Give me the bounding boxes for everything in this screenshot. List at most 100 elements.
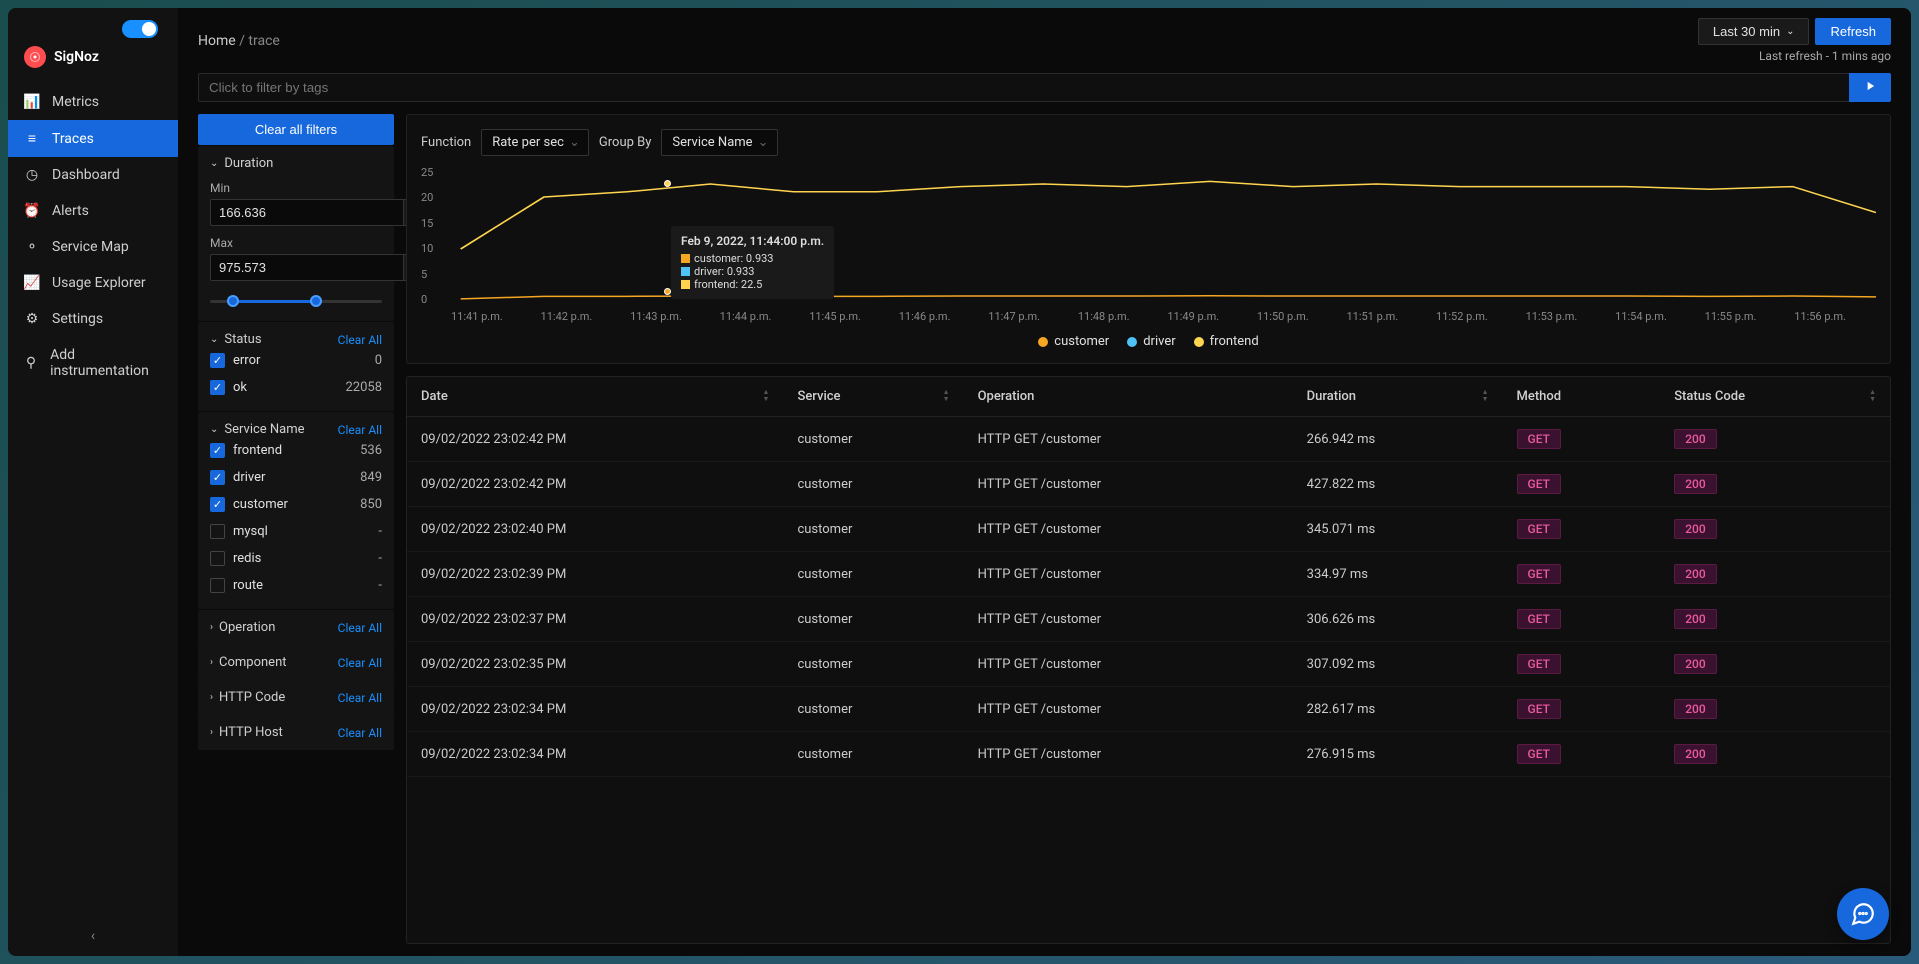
breadcrumb-home[interactable]: Home [198, 33, 236, 49]
col-date[interactable]: Date▲▼ [407, 377, 783, 417]
table-row[interactable]: 09/02/2022 23:02:42 PM customer HTTP GET… [407, 417, 1890, 462]
filter-service: ⌄ Service Name Clear All frontend536driv… [198, 412, 394, 609]
traces-icon: ≡ [24, 130, 40, 147]
groupby-select[interactable]: Service Name [661, 129, 777, 156]
nav-label: Service Map [52, 239, 129, 255]
col-status[interactable]: Status Code▲▼ [1660, 377, 1890, 417]
filter-status-header[interactable]: ⌄ Status Clear All [210, 332, 382, 347]
legend-label: frontend [1210, 334, 1259, 349]
cell-status: 200 [1660, 507, 1890, 552]
cell-service: customer [783, 732, 963, 777]
nav-traces[interactable]: ≡ Traces [8, 120, 178, 157]
service-map-icon: ⚬ [24, 239, 40, 255]
clear-link[interactable]: Clear All [338, 621, 382, 635]
theme-toggle[interactable] [122, 20, 158, 38]
function-select[interactable]: Rate per sec [481, 129, 589, 156]
refresh-button[interactable]: Refresh [1815, 18, 1891, 45]
brand-name: SigNoz [54, 49, 99, 65]
duration-max-input[interactable] [210, 254, 404, 281]
service-item[interactable]: frontend536 [210, 437, 382, 464]
filter-section-collapsed: ›ComponentClear All [198, 645, 394, 680]
method-badge: GET [1517, 519, 1561, 539]
clear-link[interactable]: Clear All [338, 726, 382, 740]
filter-service-header[interactable]: ⌄ Service Name Clear All [210, 422, 382, 437]
table-row[interactable]: 09/02/2022 23:02:40 PM customer HTTP GET… [407, 507, 1890, 552]
table-row[interactable]: 09/02/2022 23:02:34 PM customer HTTP GET… [407, 687, 1890, 732]
cell-date: 09/02/2022 23:02:42 PM [407, 417, 783, 462]
duration-slider[interactable] [210, 291, 382, 311]
clear-status-link[interactable]: Clear All [338, 333, 382, 347]
chevron-right-icon: › [210, 692, 213, 703]
run-filter-button[interactable] [1849, 73, 1891, 102]
legend-item[interactable]: driver [1127, 334, 1175, 349]
table-row[interactable]: 09/02/2022 23:02:42 PM customer HTTP GET… [407, 462, 1890, 507]
service-item[interactable]: driver849 [210, 464, 382, 491]
col-service[interactable]: Service▲▼ [783, 377, 963, 417]
method-badge: GET [1517, 609, 1561, 629]
status-item[interactable]: ok22058 [210, 374, 382, 401]
filter-header[interactable]: ›OperationClear All [210, 620, 382, 635]
clear-link[interactable]: Clear All [338, 656, 382, 670]
timerange-select[interactable]: Last 30 min ⌄ [1698, 18, 1810, 45]
duration-min-input[interactable] [210, 199, 404, 226]
cell-operation: HTTP GET /customer [964, 462, 1293, 507]
filter-duration-header[interactable]: ⌄ Duration [210, 156, 382, 171]
chart-area[interactable]: Feb 9, 2022, 11:44:00 p.m. customer: 0.9… [421, 166, 1876, 326]
nav-metrics[interactable]: 📊 Metrics [8, 84, 178, 120]
y-axis: 0510152025 [421, 166, 449, 306]
table-row[interactable]: 09/02/2022 23:02:39 PM customer HTTP GET… [407, 552, 1890, 597]
clear-link[interactable]: Clear All [338, 691, 382, 705]
status-item[interactable]: error0 [210, 347, 382, 374]
legend-item[interactable]: frontend [1194, 334, 1259, 349]
service-item[interactable]: mysql- [210, 518, 382, 545]
service-item[interactable]: route- [210, 572, 382, 599]
table-row[interactable]: 09/02/2022 23:02:35 PM customer HTTP GET… [407, 642, 1890, 687]
nav-settings[interactable]: ⚙ Settings [8, 301, 178, 337]
filter-header[interactable]: ›HTTP CodeClear All [210, 690, 382, 705]
clear-all-filters-button[interactable]: Clear all filters [198, 114, 394, 145]
cell-operation: HTTP GET /customer [964, 507, 1293, 552]
checkbox[interactable] [210, 524, 225, 539]
checkbox[interactable] [210, 470, 225, 485]
filter-header[interactable]: ›HTTP HostClear All [210, 725, 382, 740]
nav-usage-explorer[interactable]: 📈 Usage Explorer [8, 265, 178, 301]
legend-item[interactable]: customer [1038, 334, 1109, 349]
filter-duration: ⌄ Duration Min ms Max ms [198, 146, 394, 321]
chat-fab[interactable] [1837, 888, 1889, 940]
filter-header[interactable]: ›ComponentClear All [210, 655, 382, 670]
legend-label: driver [1143, 334, 1175, 349]
cell-method: GET [1503, 687, 1661, 732]
table-row[interactable]: 09/02/2022 23:02:37 PM customer HTTP GET… [407, 597, 1890, 642]
service-item[interactable]: redis- [210, 545, 382, 572]
checkbox[interactable] [210, 353, 225, 368]
cell-service: customer [783, 687, 963, 732]
service-item[interactable]: customer850 [210, 491, 382, 518]
nav-service-map[interactable]: ⚬ Service Map [8, 229, 178, 265]
nav-alerts[interactable]: ⏰ Alerts [8, 193, 178, 229]
nav-dashboard[interactable]: ◷ Dashboard [8, 157, 178, 193]
col-operation[interactable]: Operation [964, 377, 1293, 417]
filter-title: HTTP Host [219, 725, 283, 740]
tag-filter-input[interactable] [198, 73, 1849, 102]
item-label: ok [233, 380, 247, 395]
col-duration[interactable]: Duration▲▼ [1293, 377, 1503, 417]
table-row[interactable]: 09/02/2022 23:02:34 PM customer HTTP GET… [407, 732, 1890, 777]
checkbox[interactable] [210, 578, 225, 593]
checkbox[interactable] [210, 380, 225, 395]
method-badge: GET [1517, 654, 1561, 674]
col-method[interactable]: Method [1503, 377, 1661, 417]
checkbox[interactable] [210, 551, 225, 566]
brand: SigNoz [8, 38, 178, 84]
usage-icon: 📈 [24, 275, 40, 291]
nav-add-instrumentation[interactable]: ⚲ Add instrumentation [8, 337, 178, 389]
metrics-icon: 📊 [24, 94, 40, 110]
min-label: Min [210, 181, 382, 195]
clear-service-link[interactable]: Clear All [338, 423, 382, 437]
checkbox[interactable] [210, 443, 225, 458]
sort-icon: ▲▼ [943, 389, 950, 402]
cell-method: GET [1503, 462, 1661, 507]
sort-icon: ▲▼ [1869, 389, 1876, 402]
cell-date: 09/02/2022 23:02:40 PM [407, 507, 783, 552]
sidebar-collapse-button[interactable]: ‹ [91, 928, 95, 944]
checkbox[interactable] [210, 497, 225, 512]
